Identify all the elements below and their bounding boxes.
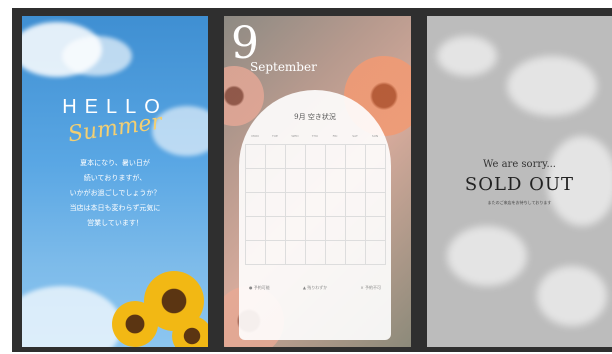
- sold-out-heading: SOLD OUT: [464, 174, 575, 195]
- sold-out-message: またのご来店をお待ちしております: [487, 200, 552, 205]
- calendar-month: September: [250, 60, 317, 74]
- calendar-card: 9 September 9月 空き状況 MON TUE WED THU FRI SAT SU…: [224, 16, 411, 347]
- calendar-sheet: 9月 空き状況 MON TUE WED THU FRI SAT SUN ● 予約可能 ▲ 残り…: [239, 90, 391, 340]
- sorry-text: We are sorry...: [483, 159, 556, 170]
- weekday-row: MON TUE WED THU FRI SAT SUN: [251, 134, 379, 138]
- calendar-title: 9月 空き状況: [294, 113, 336, 121]
- summer-message: 夏本になり、暑い日が 続いておりますが、 いかがお過ごしでしょうか？ 当店は本日…: [69, 159, 161, 227]
- calendar-grid: [245, 144, 386, 265]
- sunflower-image: [112, 301, 158, 347]
- sunflower-image: [172, 316, 208, 347]
- soldout-card: We are sorry... SOLD OUT またのご来店をお待ちしておりま…: [427, 16, 612, 347]
- calendar-legend: ● 予約可能 ▲ 残りわずか × 予約不可: [249, 285, 381, 290]
- summer-card: HELLO Summer 夏本になり、暑い日が 続いておりますが、 いかがお過ご…: [22, 16, 208, 347]
